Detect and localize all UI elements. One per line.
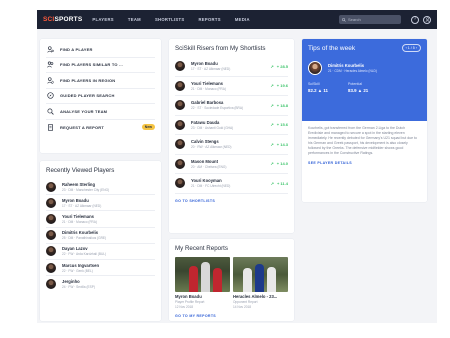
menu-item-find-player[interactable]: FIND A PLAYER — [46, 42, 155, 58]
menu-item-request-report[interactable]: REQUEST A REPORT New — [46, 120, 155, 136]
recent-reports-card: My Recent Reports Myron Boadu Player Pro… — [169, 239, 294, 321]
avatar — [308, 61, 322, 75]
tips-description: Kourbelis, got transferred from the Germ… — [308, 126, 417, 155]
list-item[interactable]: Jerginho 24 · FW · Sevilla (ESP) — [46, 276, 155, 292]
list-item[interactable]: Raheem Sterling 23 · DM · Manchester City… — [46, 179, 155, 196]
avatar — [175, 139, 185, 150]
user-icon[interactable] — [423, 15, 431, 24]
rise-value: ↗ + 19.6 — [270, 83, 288, 89]
nav-item-team[interactable]: TEAM — [128, 17, 141, 22]
list-item[interactable]: Youri Kooyman 21 · DM · FC Utrecht (NED) ↗… — [175, 174, 288, 194]
arrow-up-icon: ↗ — [270, 83, 274, 89]
search-icon — [342, 17, 346, 22]
avatar — [175, 119, 185, 130]
avatar — [46, 230, 56, 241]
list-item[interactable]: Gabriel Barbosa 22 · ST · Sociedade Espor… — [175, 96, 288, 116]
avatar — [46, 197, 56, 208]
list-item[interactable]: Mason Mount 20 · AM · Chelsea (ENG) ↗ + 14.… — [175, 155, 288, 174]
recently-viewed-card: Recently Viewed Players Raheem Sterling 2… — [40, 161, 161, 321]
list-item[interactable]: Youri Tielemans 21 · DM · Monaco (FRA) — [46, 211, 155, 228]
top-navigation-bar: SCISPORTS PLAYERS TEAM SHORTLISTS REPORT… — [37, 10, 437, 29]
arrow-up-icon: ↗ — [270, 63, 274, 69]
arrow-up-icon: ↗ — [270, 141, 274, 147]
recently-viewed-title: Recently Viewed Players — [46, 167, 115, 174]
menu-item-find-region[interactable]: FIND PLAYERS IN REGION — [46, 73, 155, 89]
avatar — [175, 100, 185, 111]
nav-item-reports[interactable]: REPORTS — [198, 17, 220, 22]
search-input[interactable]: Search — [339, 15, 401, 24]
menu-item-guided-search[interactable]: GUIDED PLAYER SEARCH — [46, 89, 155, 104]
avatar — [175, 178, 185, 189]
list-item[interactable]: Fatawu Dauda 23 · DM · Ashanti Gold (GHA)… — [175, 116, 288, 135]
menu-item-analyse-team[interactable]: ANALYSE YOUR TEAM — [46, 104, 155, 120]
report-icon — [46, 123, 54, 131]
arrow-up-icon: ↗ — [270, 180, 274, 186]
new-badge: New — [141, 124, 155, 131]
avatar — [46, 246, 56, 257]
logo[interactable]: SCISPORTS — [43, 16, 82, 23]
report-item[interactable]: Heracles Almelo - 23... Opponent Report … — [233, 257, 288, 309]
search-placeholder: Search — [348, 17, 361, 22]
list-item[interactable]: Marcus Ingvartsen 22 · FW · Genk (BEL) — [46, 260, 155, 277]
list-item[interactable]: Calvin Stengs 20 · RW · AZ Alkmaar (NED) ↗… — [175, 135, 288, 155]
menu-item-find-similar[interactable]: FIND PLAYERS SIMILAR TO ... — [46, 58, 155, 73]
quick-actions-card: FIND A PLAYER FIND PLAYERS SIMILAR TO ..… — [40, 39, 161, 153]
nav-item-media[interactable]: MEDIA — [235, 17, 250, 22]
sciskill-stat: SciSkill 82.2 ▲ 11 — [308, 82, 328, 93]
report-thumbnail — [233, 257, 288, 292]
report-thumbnail — [175, 257, 230, 292]
list-item[interactable]: Youri Tielemans 21 · DM · Monaco (FRA) ↗ + … — [175, 77, 288, 96]
arrow-up-icon: ↗ — [270, 102, 274, 108]
avatar — [175, 80, 185, 91]
list-item[interactable]: Myron Boadu 17 · ST · AZ Alkmaar (NED) — [46, 195, 155, 212]
arrow-up-icon: ↗ — [270, 122, 274, 128]
rise-value: ↗ + 28.5 — [270, 63, 288, 69]
list-item[interactable]: Dayan Lazov 22 · FW · Arda Kardzhali (BUL… — [46, 244, 155, 260]
rise-value: ↗ + 14.0 — [270, 161, 288, 167]
chevron-right-icon[interactable]: › — [416, 46, 417, 50]
guided-search-icon — [46, 92, 54, 100]
report-item[interactable]: Myron Boadu Player Profile Report 12 Nov… — [175, 257, 230, 309]
avatar — [175, 158, 185, 169]
arrow-up-icon: ↗ — [270, 161, 274, 167]
tips-header-panel: Tips of the week ‹ 1 / 5 › Dimitris Kour… — [302, 39, 427, 121]
tips-of-the-week-card: Tips of the week ‹ 1 / 5 › Dimitris Kour… — [302, 39, 427, 202]
avatar — [46, 262, 56, 273]
nav-item-players[interactable]: PLAYERS — [92, 17, 114, 22]
avatar — [175, 61, 185, 72]
sciskill-risers-card: SciSkill Risers from My Shortlists Myron… — [169, 39, 294, 233]
analyse-icon — [46, 107, 54, 115]
tips-pager[interactable]: ‹ 1 / 5 › — [401, 44, 421, 52]
similar-players-icon — [46, 61, 54, 69]
help-icon[interactable]: ? — [411, 15, 419, 24]
region-icon — [46, 76, 54, 84]
app-window: SCISPORTS PLAYERS TEAM SHORTLISTS REPORT… — [37, 10, 437, 323]
rise-value: ↗ + 15.6 — [270, 122, 288, 128]
chevron-left-icon[interactable]: ‹ — [406, 46, 407, 50]
go-to-reports-link[interactable]: GO TO MY REPORTS — [175, 314, 288, 318]
nav-item-shortlists[interactable]: SHORTLISTS — [155, 17, 185, 22]
rise-value: ↗ + 18.8 — [270, 102, 288, 108]
risers-title: SciSkill Risers from My Shortlists — [175, 45, 266, 52]
tip-player[interactable]: Dimitris Kourbelis 21 · CDM · Heracles A… — [308, 61, 421, 75]
reports-title: My Recent Reports — [175, 245, 228, 252]
rise-value: ↗ + 14.3 — [270, 141, 288, 147]
go-to-shortlists-link[interactable]: GO TO SHORTLISTS — [175, 199, 288, 203]
avatar — [46, 181, 56, 192]
list-item[interactable]: Myron Boadu 17 · ST · AZ Alkmaar (NED) ↗ + … — [175, 57, 288, 77]
avatar — [46, 279, 56, 290]
rise-value: ↗ + 11.4 — [270, 180, 288, 186]
potential-stat: Potential 83.9 ▲ 21 — [348, 82, 369, 93]
tips-title: Tips of the week — [308, 44, 356, 52]
see-player-details-link[interactable]: SEE PLAYER DETAILS — [308, 161, 421, 165]
person-search-icon — [46, 45, 54, 53]
avatar — [46, 213, 56, 224]
list-item[interactable]: Dimitris Kourbelis 25 · DM · Panathinaiko… — [46, 228, 155, 244]
